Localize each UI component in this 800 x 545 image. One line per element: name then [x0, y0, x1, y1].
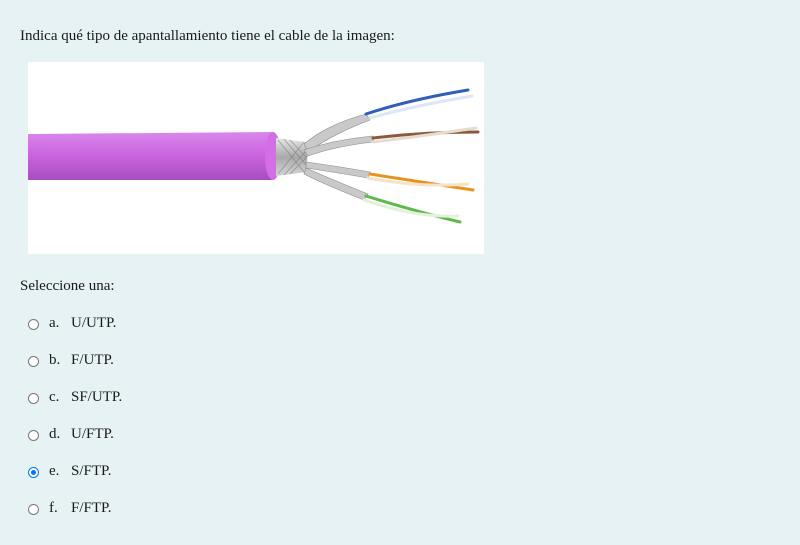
option-letter: a.	[49, 315, 60, 331]
cable-image	[28, 62, 484, 254]
option-letter: e.	[49, 463, 60, 479]
select-prompt: Seleccione una:	[20, 278, 115, 294]
radio-a[interactable]	[28, 319, 39, 330]
radio-f[interactable]	[28, 504, 39, 515]
option-c[interactable]: c. SF/UTP.	[28, 379, 122, 416]
option-f[interactable]: f. F/FTP.	[28, 490, 122, 527]
option-b[interactable]: b. F/UTP.	[28, 342, 122, 379]
radio-b[interactable]	[28, 356, 39, 367]
question-text: Indica qué tipo de apantallamiento tiene…	[20, 28, 395, 44]
radio-c[interactable]	[28, 393, 39, 404]
option-label: SF/UTP.	[71, 389, 123, 405]
option-letter: c.	[49, 389, 60, 405]
answer-options: a. U/UTP. b. F/UTP. c. SF/UTP. d. U/FTP.…	[28, 305, 122, 527]
option-letter: f.	[49, 500, 58, 516]
option-letter: d.	[49, 426, 61, 442]
option-label: F/UTP.	[71, 352, 114, 368]
option-label: S/FTP.	[71, 463, 112, 479]
option-e[interactable]: e. S/FTP.	[28, 453, 122, 490]
option-label: U/FTP.	[71, 426, 114, 442]
option-a[interactable]: a. U/UTP.	[28, 305, 122, 342]
option-label: U/UTP.	[71, 315, 117, 331]
option-d[interactable]: d. U/FTP.	[28, 416, 122, 453]
radio-d[interactable]	[28, 430, 39, 441]
option-letter: b.	[49, 352, 61, 368]
radio-e[interactable]	[28, 467, 39, 478]
option-label: F/FTP.	[71, 500, 112, 516]
